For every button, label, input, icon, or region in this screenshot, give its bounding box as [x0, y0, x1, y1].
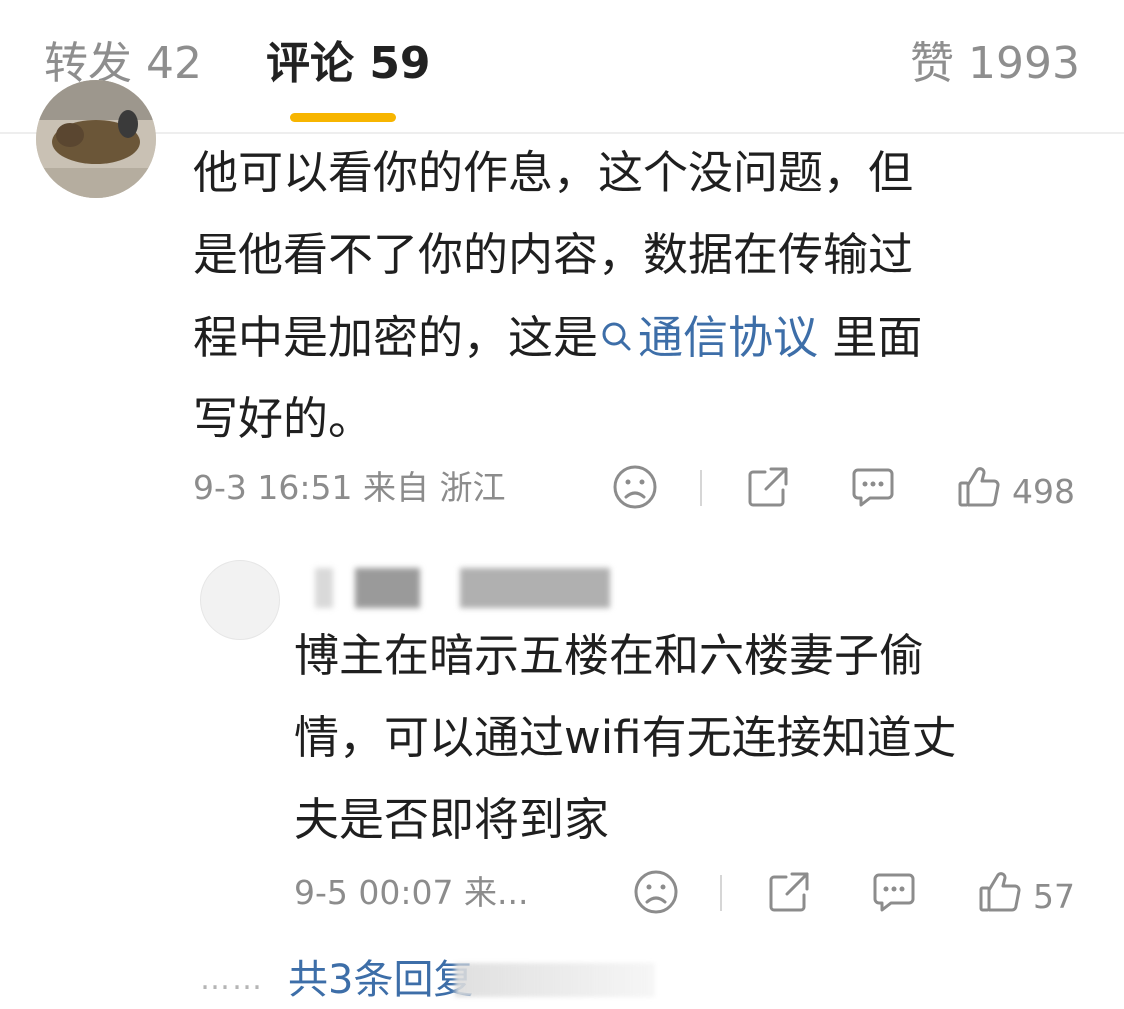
- watermark-overlay: [455, 963, 655, 997]
- sad-face-icon: [612, 464, 658, 518]
- reply-meta: 9-5 00:07 来...: [294, 873, 529, 912]
- comment-line: 他可以看你的作息，这个没问题，但: [193, 146, 914, 199]
- dislike-button[interactable]: [633, 869, 679, 923]
- like-count: 498: [1012, 471, 1075, 511]
- search-icon: [600, 296, 632, 378]
- comment-icon: [850, 464, 896, 518]
- comment-button[interactable]: [871, 869, 917, 923]
- tab-repost[interactable]: 转发 42: [44, 36, 202, 92]
- reply-line: 博主在暗示五楼在和六楼妻子偷: [294, 629, 925, 682]
- topic-link-label: 通信协议: [638, 311, 819, 364]
- like-button[interactable]: 498: [956, 464, 1075, 518]
- tab-bar: 转发 42 评论 59 赞 1993: [0, 0, 1124, 134]
- more-replies-link[interactable]: 共3条回复: [288, 955, 473, 1005]
- more-replies-row: …… 共3条回复: [200, 955, 473, 1005]
- reply-body: 博主在暗示五楼在和六楼妻子偷 情，可以通过wifi有无连接知道丈 夫是否即将到家: [294, 615, 957, 861]
- share-button[interactable]: [766, 869, 812, 923]
- like-count: 57: [1033, 876, 1075, 916]
- reply-line: 夫是否即将到家: [294, 793, 610, 846]
- comment-line-text: 程中是加密的，这是: [193, 311, 599, 364]
- reply-line: 情，可以通过wifi有无连接知道丈: [294, 711, 957, 764]
- comment-icon: [871, 869, 917, 923]
- tab-like[interactable]: 赞 1993: [910, 36, 1080, 92]
- comment-button[interactable]: [850, 464, 896, 518]
- dislike-button[interactable]: [612, 464, 658, 518]
- comment-line: 是他看不了你的内容，数据在传输过: [193, 228, 914, 281]
- reply-avatar[interactable]: [200, 560, 280, 640]
- comment-meta: 9-3 16:51 来自 浙江: [193, 468, 506, 507]
- blurred-username: [315, 568, 333, 608]
- divider: [720, 875, 722, 911]
- active-tab-indicator: [290, 113, 396, 122]
- divider: [700, 470, 702, 506]
- thumbs-up-icon: [977, 869, 1023, 923]
- share-icon: [766, 869, 812, 923]
- avatar[interactable]: [36, 80, 156, 198]
- comment-line: 写好的。: [193, 392, 374, 445]
- comment-line-text: 里面: [818, 311, 923, 364]
- share-icon: [745, 464, 791, 518]
- topic-link[interactable]: 通信协议: [598, 311, 818, 364]
- blurred-username: [460, 568, 610, 608]
- more-dots: ……: [200, 962, 264, 997]
- sad-face-icon: [633, 869, 679, 923]
- blurred-username: [355, 568, 420, 608]
- share-button[interactable]: [745, 464, 791, 518]
- comment-body: 他可以看你的作息，这个没问题，但 是他看不了你的内容，数据在传输过 程中是加密的…: [193, 132, 922, 460]
- tab-comment[interactable]: 评论 59: [266, 36, 431, 92]
- thumbs-up-icon: [956, 464, 1002, 518]
- comment-line: 程中是加密的，这是 通信协议 里面: [193, 296, 922, 378]
- like-button[interactable]: 57: [977, 869, 1075, 923]
